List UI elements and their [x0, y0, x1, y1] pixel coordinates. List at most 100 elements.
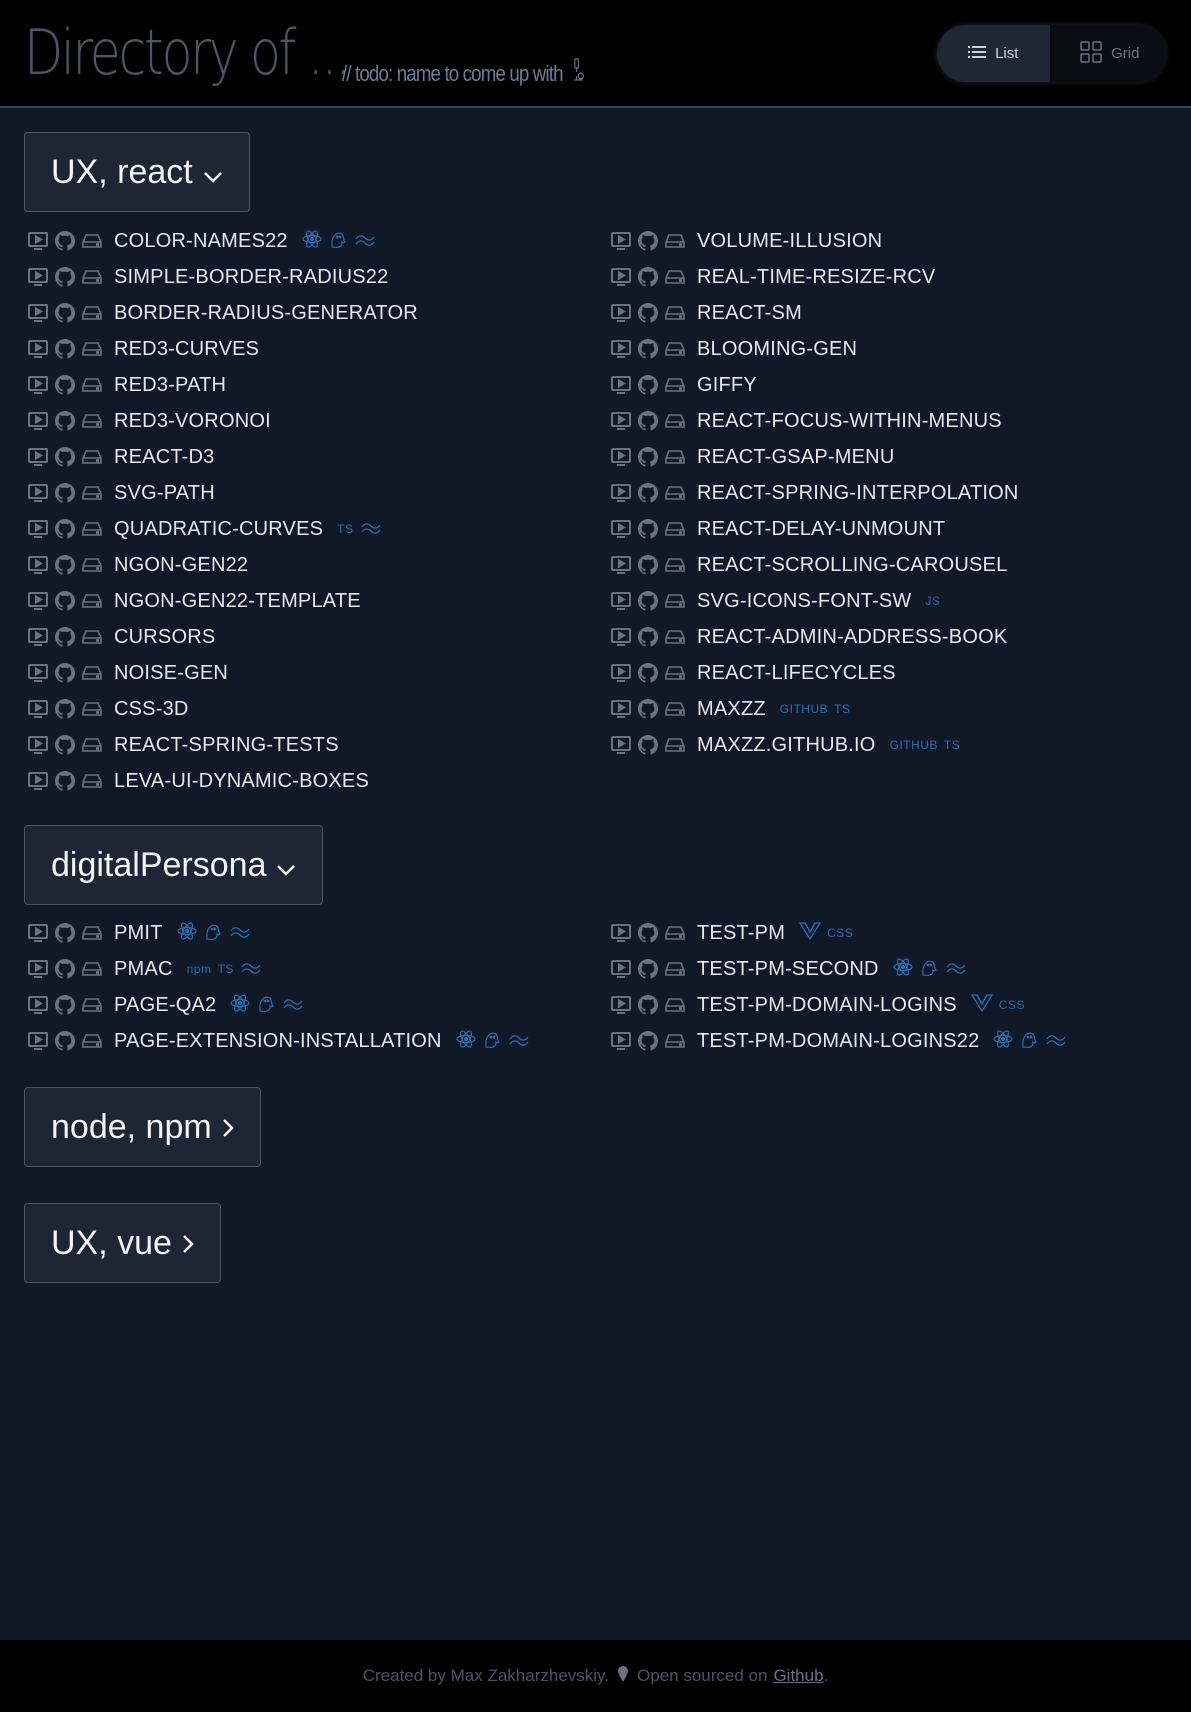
drive-icon[interactable] — [664, 554, 686, 576]
demo-icon[interactable] — [27, 518, 49, 540]
github-icon[interactable] — [54, 338, 76, 360]
demo-icon[interactable] — [27, 590, 49, 612]
drive-icon[interactable] — [81, 230, 103, 252]
drive-icon[interactable] — [664, 338, 686, 360]
github-icon[interactable] — [54, 922, 76, 944]
demo-icon[interactable] — [610, 374, 632, 396]
demo-icon[interactable] — [610, 734, 632, 756]
drive-icon[interactable] — [664, 518, 686, 540]
github-icon[interactable] — [637, 302, 659, 324]
demo-icon[interactable] — [610, 958, 632, 980]
project-name[interactable]: BORDER-RADIUS-GENERATOR — [114, 302, 418, 325]
project-name[interactable]: CSS-3D — [114, 698, 189, 721]
demo-icon[interactable] — [610, 338, 632, 360]
drive-icon[interactable] — [664, 626, 686, 648]
drive-icon[interactable] — [81, 1030, 103, 1052]
github-icon[interactable] — [637, 266, 659, 288]
demo-icon[interactable] — [610, 518, 632, 540]
drive-icon[interactable] — [664, 994, 686, 1016]
github-icon[interactable] — [54, 554, 76, 576]
drive-icon[interactable] — [664, 302, 686, 324]
demo-icon[interactable] — [27, 482, 49, 504]
demo-icon[interactable] — [610, 482, 632, 504]
github-icon[interactable] — [637, 374, 659, 396]
github-icon[interactable] — [637, 446, 659, 468]
drive-icon[interactable] — [81, 374, 103, 396]
drive-icon[interactable] — [81, 338, 103, 360]
github-icon[interactable] — [54, 410, 76, 432]
github-icon[interactable] — [637, 1030, 659, 1052]
project-name[interactable]: REACT-FOCUS-WITHIN-MENUS — [697, 410, 1002, 433]
demo-icon[interactable] — [610, 446, 632, 468]
demo-icon[interactable] — [27, 1030, 49, 1052]
github-icon[interactable] — [54, 994, 76, 1016]
project-name[interactable]: REACT-D3 — [114, 446, 215, 469]
project-name[interactable]: REACT-SM — [697, 302, 802, 325]
section-toggle-ux-vue[interactable]: UX, vue — [24, 1203, 221, 1283]
grid-view-button[interactable]: Grid — [1054, 25, 1167, 82]
project-name[interactable]: SVG-ICONS-FONT-SW — [697, 590, 912, 613]
demo-icon[interactable] — [27, 662, 49, 684]
drive-icon[interactable] — [81, 958, 103, 980]
demo-icon[interactable] — [27, 994, 49, 1016]
demo-icon[interactable] — [27, 266, 49, 288]
list-view-button[interactable]: List — [937, 25, 1054, 82]
github-icon[interactable] — [54, 590, 76, 612]
drive-icon[interactable] — [81, 446, 103, 468]
demo-icon[interactable] — [27, 554, 49, 576]
drive-icon[interactable] — [664, 590, 686, 612]
drive-icon[interactable] — [81, 698, 103, 720]
github-icon[interactable] — [54, 482, 76, 504]
project-name[interactable]: REACT-ADMIN-ADDRESS-BOOK — [697, 626, 1007, 649]
drive-icon[interactable] — [81, 482, 103, 504]
demo-icon[interactable] — [27, 410, 49, 432]
github-icon[interactable] — [54, 1030, 76, 1052]
github-icon[interactable] — [54, 302, 76, 324]
github-link[interactable]: Github — [773, 1666, 823, 1686]
github-icon[interactable] — [54, 374, 76, 396]
github-icon[interactable] — [54, 770, 76, 792]
demo-icon[interactable] — [610, 922, 632, 944]
drive-icon[interactable] — [664, 230, 686, 252]
drive-icon[interactable] — [664, 698, 686, 720]
demo-icon[interactable] — [610, 266, 632, 288]
project-name[interactable]: PAGE-EXTENSION-INSTALLATION — [114, 1030, 442, 1053]
project-name[interactable]: PMIT — [114, 922, 163, 945]
project-name[interactable]: SVG-PATH — [114, 482, 215, 505]
drive-icon[interactable] — [81, 662, 103, 684]
github-icon[interactable] — [637, 554, 659, 576]
github-icon[interactable] — [54, 626, 76, 648]
project-name[interactable]: QUADRATIC-CURVES — [114, 518, 323, 541]
github-icon[interactable] — [637, 958, 659, 980]
project-name[interactable]: REACT-SCROLLING-CAROUSEL — [697, 554, 1007, 577]
demo-icon[interactable] — [610, 698, 632, 720]
project-name[interactable]: VOLUME-ILLUSION — [697, 230, 882, 253]
project-name[interactable]: REAL-TIME-RESIZE-RCV — [697, 266, 935, 289]
demo-icon[interactable] — [27, 734, 49, 756]
project-name[interactable]: TEST-PM-DOMAIN-LOGINS22 — [697, 1030, 979, 1053]
drive-icon[interactable] — [81, 302, 103, 324]
drive-icon[interactable] — [81, 922, 103, 944]
demo-icon[interactable] — [27, 446, 49, 468]
github-icon[interactable] — [54, 518, 76, 540]
project-name[interactable]: RED3-VORONOI — [114, 410, 271, 433]
demo-icon[interactable] — [27, 338, 49, 360]
drive-icon[interactable] — [81, 518, 103, 540]
drive-icon[interactable] — [81, 626, 103, 648]
project-name[interactable]: NGON-GEN22 — [114, 554, 248, 577]
project-name[interactable]: REACT-DELAY-UNMOUNT — [697, 518, 945, 541]
drive-icon[interactable] — [81, 554, 103, 576]
drive-icon[interactable] — [81, 770, 103, 792]
demo-icon[interactable] — [27, 770, 49, 792]
demo-icon[interactable] — [27, 698, 49, 720]
github-icon[interactable] — [54, 734, 76, 756]
github-icon[interactable] — [54, 266, 76, 288]
demo-icon[interactable] — [27, 302, 49, 324]
demo-icon[interactable] — [610, 554, 632, 576]
drive-icon[interactable] — [664, 662, 686, 684]
project-name[interactable]: TEST-PM-DOMAIN-LOGINS — [697, 994, 957, 1017]
demo-icon[interactable] — [610, 662, 632, 684]
project-name[interactable]: RED3-PATH — [114, 374, 226, 397]
github-icon[interactable] — [637, 662, 659, 684]
project-name[interactable]: NOISE-GEN — [114, 662, 228, 685]
